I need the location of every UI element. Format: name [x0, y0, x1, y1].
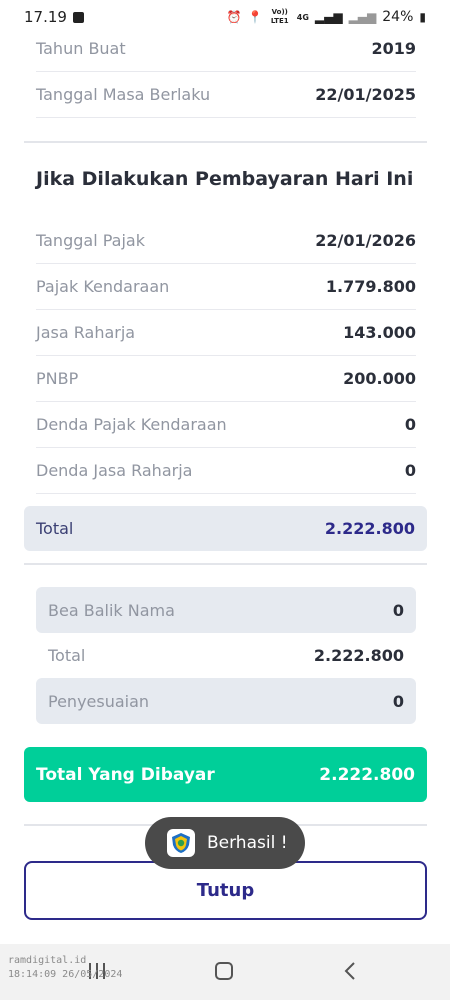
total-value: 2.222.800: [324, 519, 415, 538]
network-type: 4G: [296, 12, 309, 22]
penyesuaian-label: Penyesuaian: [48, 691, 150, 711]
section-divider: [24, 141, 427, 143]
info-value: 22/01/2025: [315, 85, 416, 104]
signal-2-icon: ▂▄▆: [348, 10, 377, 24]
payment-label: Pajak Kendaraan: [36, 277, 170, 296]
subtotal-label: Total: [48, 645, 86, 665]
network-label: Vo)) LTE1: [270, 8, 289, 25]
payment-value: 0: [404, 461, 416, 480]
notification-check-icon: [72, 11, 84, 23]
payment-value: 0: [404, 415, 416, 434]
payment-value: 143.000: [343, 323, 416, 342]
watermark: ramdigital.id 18:14:09 26/05/2024: [8, 954, 122, 982]
subtotal-row: Total 2.222.800: [36, 633, 416, 677]
signal-icon: ▂▄▆: [314, 10, 343, 24]
toast-message: Berhasil !: [207, 833, 288, 853]
status-time: 17.19: [24, 8, 67, 26]
payment-row-pajak-kendaraan: Pajak Kendaraan 1.779.800: [36, 264, 416, 310]
penyesuaian-value: 0: [392, 691, 404, 711]
section-title: Jika Dilakukan Pembayaran Hari Ini: [36, 168, 414, 190]
back-icon[interactable]: [340, 960, 362, 982]
penyesuaian-row: Penyesuaian 0: [36, 678, 416, 724]
location-icon: 📍: [247, 10, 263, 24]
payment-row-denda-jasa-raharja: Denda Jasa Raharja 0: [36, 448, 416, 494]
info-value: 2019: [371, 39, 416, 58]
info-label: Tahun Buat: [36, 39, 126, 58]
bea-balik-nama-label: Bea Balik Nama: [48, 600, 175, 620]
alarm-icon: ⏰: [226, 10, 242, 24]
payment-label: PNBP: [36, 369, 79, 388]
watermark-line-1: ramdigital.id: [8, 955, 87, 966]
bea-balik-nama-value: 0: [392, 600, 404, 620]
payment-value: 200.000: [343, 369, 416, 388]
info-label: Tanggal Masa Berlaku: [36, 85, 211, 104]
info-row-masa-berlaku: Tanggal Masa Berlaku 22/01/2025: [36, 72, 416, 118]
status-right: ⏰ 📍 Vo)) LTE1 4G ▂▄▆ ▂▄▆ 24% ▮: [227, 8, 426, 26]
status-left: 17.19: [24, 8, 84, 26]
bea-balik-nama-row: Bea Balik Nama 0: [36, 587, 416, 633]
home-icon[interactable]: [213, 960, 235, 982]
grand-total-value: 2.222.800: [319, 764, 415, 785]
watermark-line-2: 18:14:09 26/05/2024: [8, 969, 123, 980]
info-row-tahun-buat: Tahun Buat 2019: [36, 26, 416, 72]
total-box: Total 2.222.800: [24, 506, 427, 551]
total-label: Total: [36, 519, 74, 538]
payment-row-pnbp: PNBP 200.000: [36, 356, 416, 402]
subtotal-value: 2.222.800: [313, 645, 404, 665]
payment-row-jasa-raharja: Jasa Raharja 143.000: [36, 310, 416, 356]
payment-label: Denda Jasa Raharja: [36, 461, 193, 480]
payment-row-tanggal-pajak: Tanggal Pajak 22/01/2026: [36, 218, 416, 264]
close-button[interactable]: Tutup: [24, 861, 427, 920]
success-toast: Berhasil !: [145, 817, 305, 869]
payment-row-denda-pajak: Denda Pajak Kendaraan 0: [36, 402, 416, 448]
payment-label: Tanggal Pajak: [36, 231, 145, 250]
app-logo-icon: [167, 829, 195, 857]
battery-percent: 24%: [382, 9, 414, 25]
grand-total-label: Total Yang Dibayar: [36, 764, 215, 785]
payment-label: Jasa Raharja: [36, 323, 136, 342]
section-divider: [24, 563, 427, 565]
payment-value: 22/01/2026: [315, 231, 416, 250]
battery-icon: ▮: [419, 10, 426, 24]
payment-label: Denda Pajak Kendaraan: [36, 415, 227, 434]
grand-total-box: Total Yang Dibayar 2.222.800: [24, 747, 427, 802]
payment-value: 1.779.800: [325, 277, 416, 296]
